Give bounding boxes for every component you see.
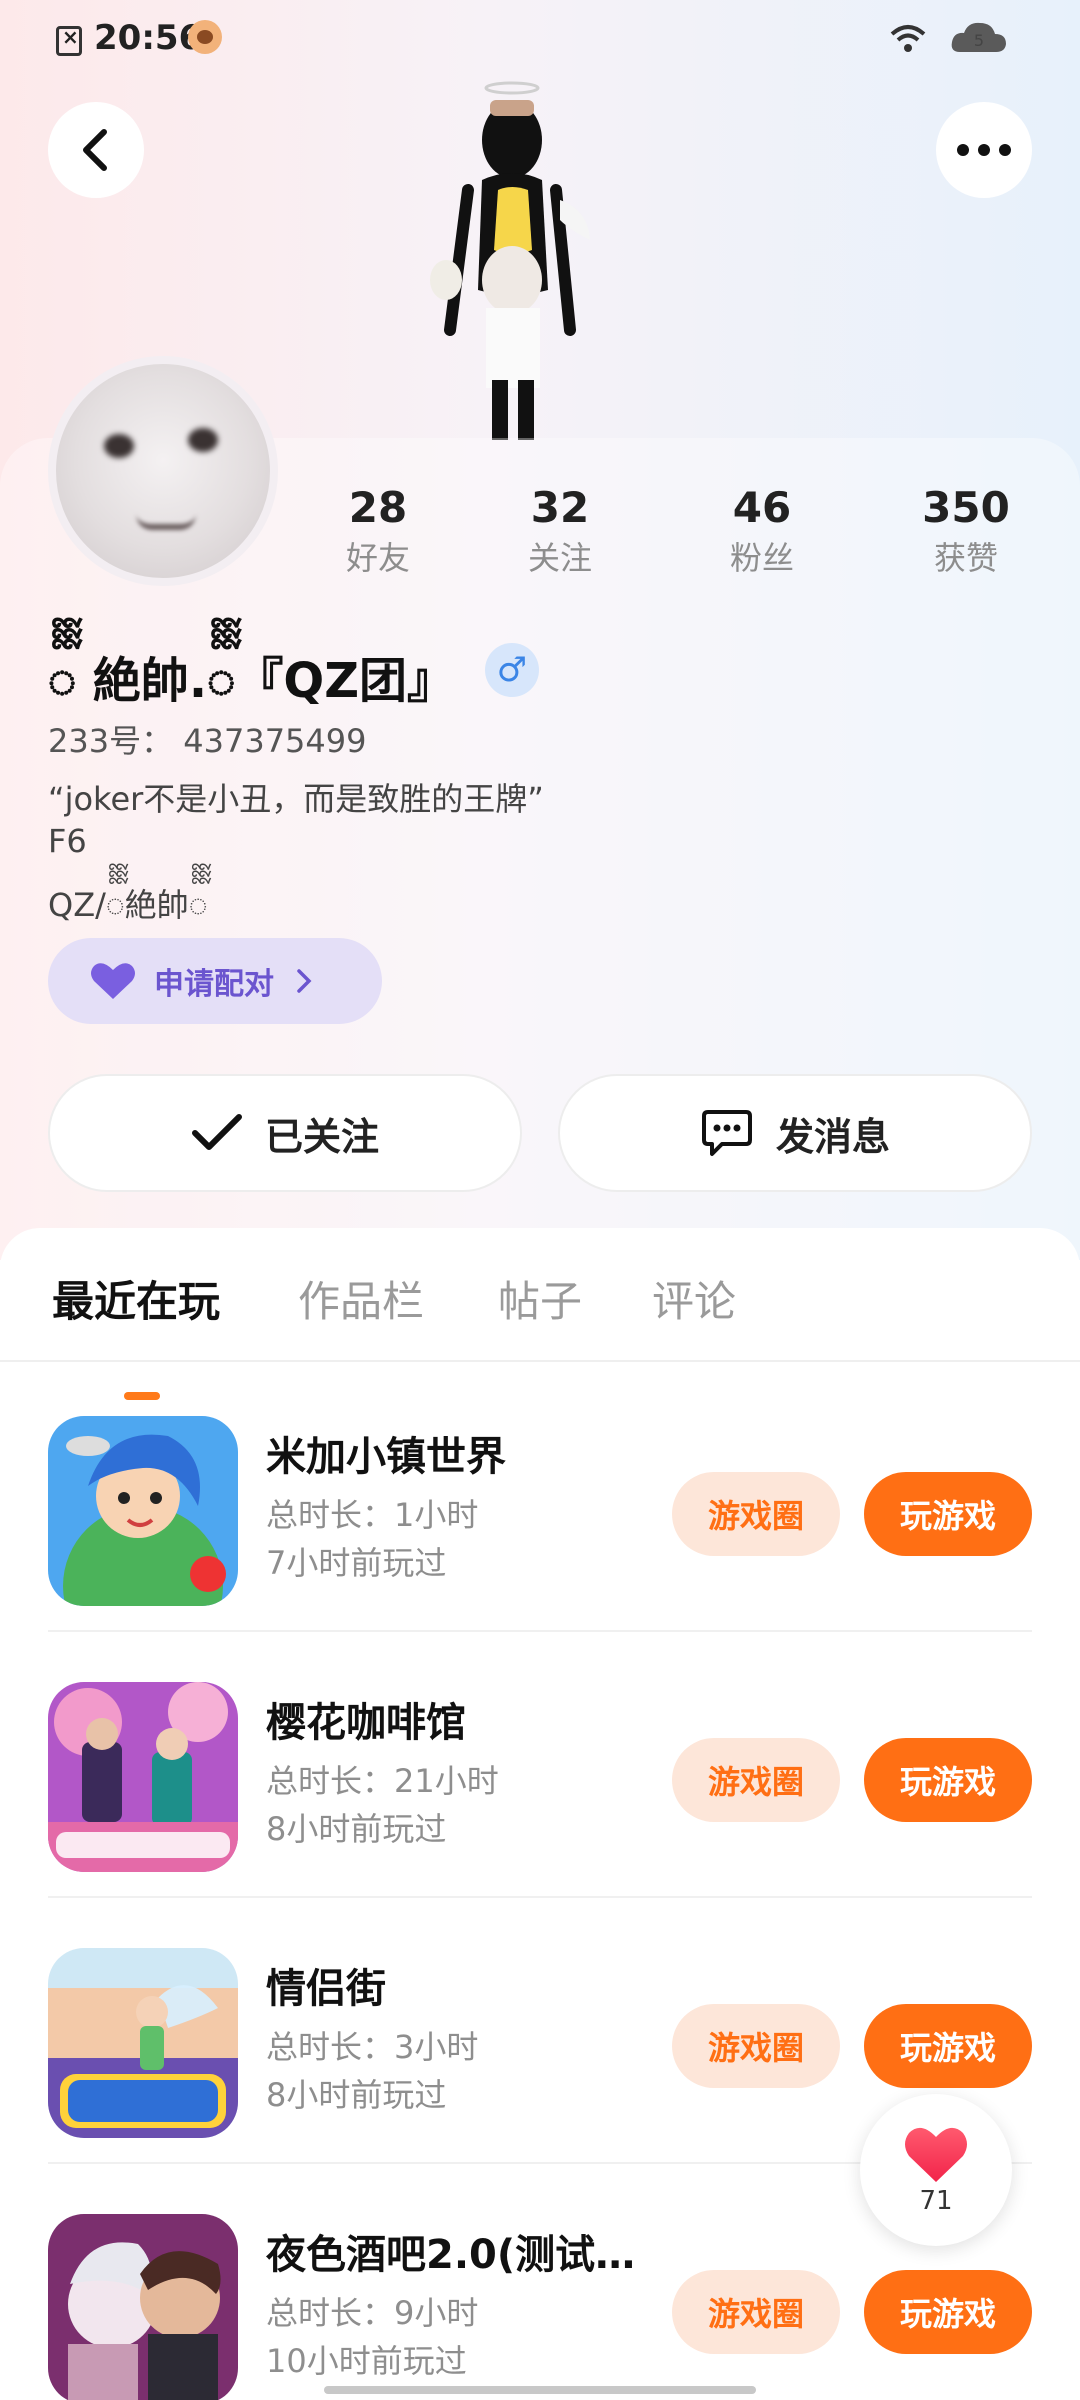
avatar-3d-figure	[430, 81, 590, 440]
game-title: 夜色酒吧2.0(测试…	[266, 2232, 636, 2278]
stat-value: 32	[530, 483, 590, 532]
stat-label: 粉丝	[729, 539, 794, 577]
stat-label: 获赞	[933, 539, 998, 577]
followed-button[interactable]: 已关注	[48, 1074, 522, 1192]
like-count: 71	[919, 2186, 953, 2216]
play-game-button[interactable]: 玩游戏	[864, 1472, 1032, 1556]
stat-following[interactable]: 32 关注	[490, 480, 630, 580]
game-last-played: 8小时前玩过	[266, 2076, 447, 2114]
game-circle-button[interactable]: 游戏圈	[672, 1472, 840, 1556]
status-time: 20:56	[94, 18, 203, 58]
game-icon-miga-town	[48, 1416, 238, 1606]
more-options-button[interactable]	[936, 102, 1032, 198]
game-row[interactable]: 米加小镇世界 总时长：1小时 7小时前玩过 游戏圈 玩游戏	[48, 1366, 1032, 1632]
send-message-label: 发消息	[775, 1114, 890, 1159]
message-bubble-icon	[701, 1110, 752, 1156]
game-title: 樱花咖啡馆	[266, 1700, 466, 1746]
profile-stats: 28 好友 32 关注 46 粉丝 350 获赞	[0, 480, 1080, 590]
game-last-played: 8小时前玩过	[266, 1810, 447, 1848]
stat-value: 350	[922, 483, 1010, 532]
gender-male-icon: ♂	[485, 643, 540, 697]
game-duration: 总时长：21小时	[266, 1762, 499, 1800]
back-button[interactable]	[48, 102, 144, 198]
game-title: 情侣街	[266, 1966, 386, 2012]
chevron-left-icon	[83, 129, 107, 171]
tab-posts[interactable]: 帖子	[498, 1268, 582, 1329]
sim-off-icon	[56, 25, 82, 56]
avatar-eye	[188, 428, 218, 452]
game-circle-button[interactable]: 游戏圈	[672, 2004, 840, 2088]
bio-line: F6	[48, 822, 87, 860]
stat-label: 好友	[345, 539, 410, 577]
game-duration: 总时长：1小时	[266, 1496, 479, 1534]
play-game-button[interactable]: 玩游戏	[864, 1738, 1032, 1822]
like-button[interactable]: 71	[860, 2094, 1012, 2246]
bio-line: QZ/ᢆ絶帥ᢆ	[48, 886, 208, 924]
chevron-right-icon	[297, 969, 312, 993]
profile-tabs: 最近在玩 作品栏 帖子 评论	[0, 1268, 1080, 1400]
game-row[interactable]: 樱花咖啡馆 总时长：21小时 8小时前玩过 游戏圈 玩游戏	[48, 1632, 1032, 1898]
play-game-button[interactable]: 玩游戏	[864, 2004, 1032, 2088]
status-bar: 20:56 5	[0, 0, 1080, 80]
bio-line: “joker不是小丑，而是致胜的王牌”	[48, 780, 544, 818]
game-circle-button[interactable]: 游戏圈	[672, 2270, 840, 2354]
followed-label: 已关注	[264, 1114, 379, 1159]
profile-name: ᢆ 絶帥.ᢆ『QZ团』	[48, 653, 456, 709]
game-circle-button[interactable]: 游戏圈	[672, 1738, 840, 1822]
more-dots-icon	[957, 144, 1011, 156]
apply-pair-button[interactable]: 申请配对	[48, 938, 382, 1024]
app-notification-icon	[188, 20, 222, 54]
stat-fans[interactable]: 46 粉丝	[692, 480, 832, 580]
game-icon-couple-street	[48, 1948, 238, 2138]
stat-value: 46	[732, 483, 792, 532]
avatar-eye	[104, 434, 134, 458]
battery-icon: 5	[951, 22, 1006, 52]
stat-friends[interactable]: 28 好友	[308, 480, 448, 580]
check-icon	[191, 1114, 242, 1150]
heart-icon	[91, 963, 135, 999]
heart-icon	[905, 2127, 967, 2182]
home-indicator[interactable]	[324, 2386, 756, 2394]
tab-comments[interactable]: 评论	[652, 1268, 736, 1329]
game-duration: 总时长：3小时	[266, 2028, 479, 2066]
user-id: 233号： 437375499	[48, 722, 367, 760]
wifi-icon	[890, 25, 926, 52]
stat-likes[interactable]: 350 获赞	[896, 480, 1036, 580]
game-icon-night-bar	[48, 2214, 238, 2400]
apply-pair-label: 申请配对	[154, 967, 274, 1002]
tab-recently-played[interactable]: 最近在玩	[52, 1268, 220, 1329]
game-last-played: 7小时前玩过	[266, 1544, 447, 1582]
battery-level: 5	[974, 31, 984, 50]
profile-name-row: ᢆ 絶帥.ᢆ『QZ团』 ♂	[48, 640, 540, 709]
play-game-button[interactable]: 玩游戏	[864, 2270, 1032, 2354]
game-duration: 总时长：9小时	[266, 2294, 479, 2332]
game-last-played: 10小时前玩过	[266, 2342, 467, 2380]
game-title: 米加小镇世界	[266, 1434, 506, 1480]
tab-works[interactable]: 作品栏	[298, 1268, 424, 1329]
game-icon-sakura-coffee	[48, 1682, 238, 1872]
stat-label: 关注	[527, 539, 592, 577]
stat-value: 28	[348, 483, 408, 532]
send-message-button[interactable]: 发消息	[558, 1074, 1032, 1192]
